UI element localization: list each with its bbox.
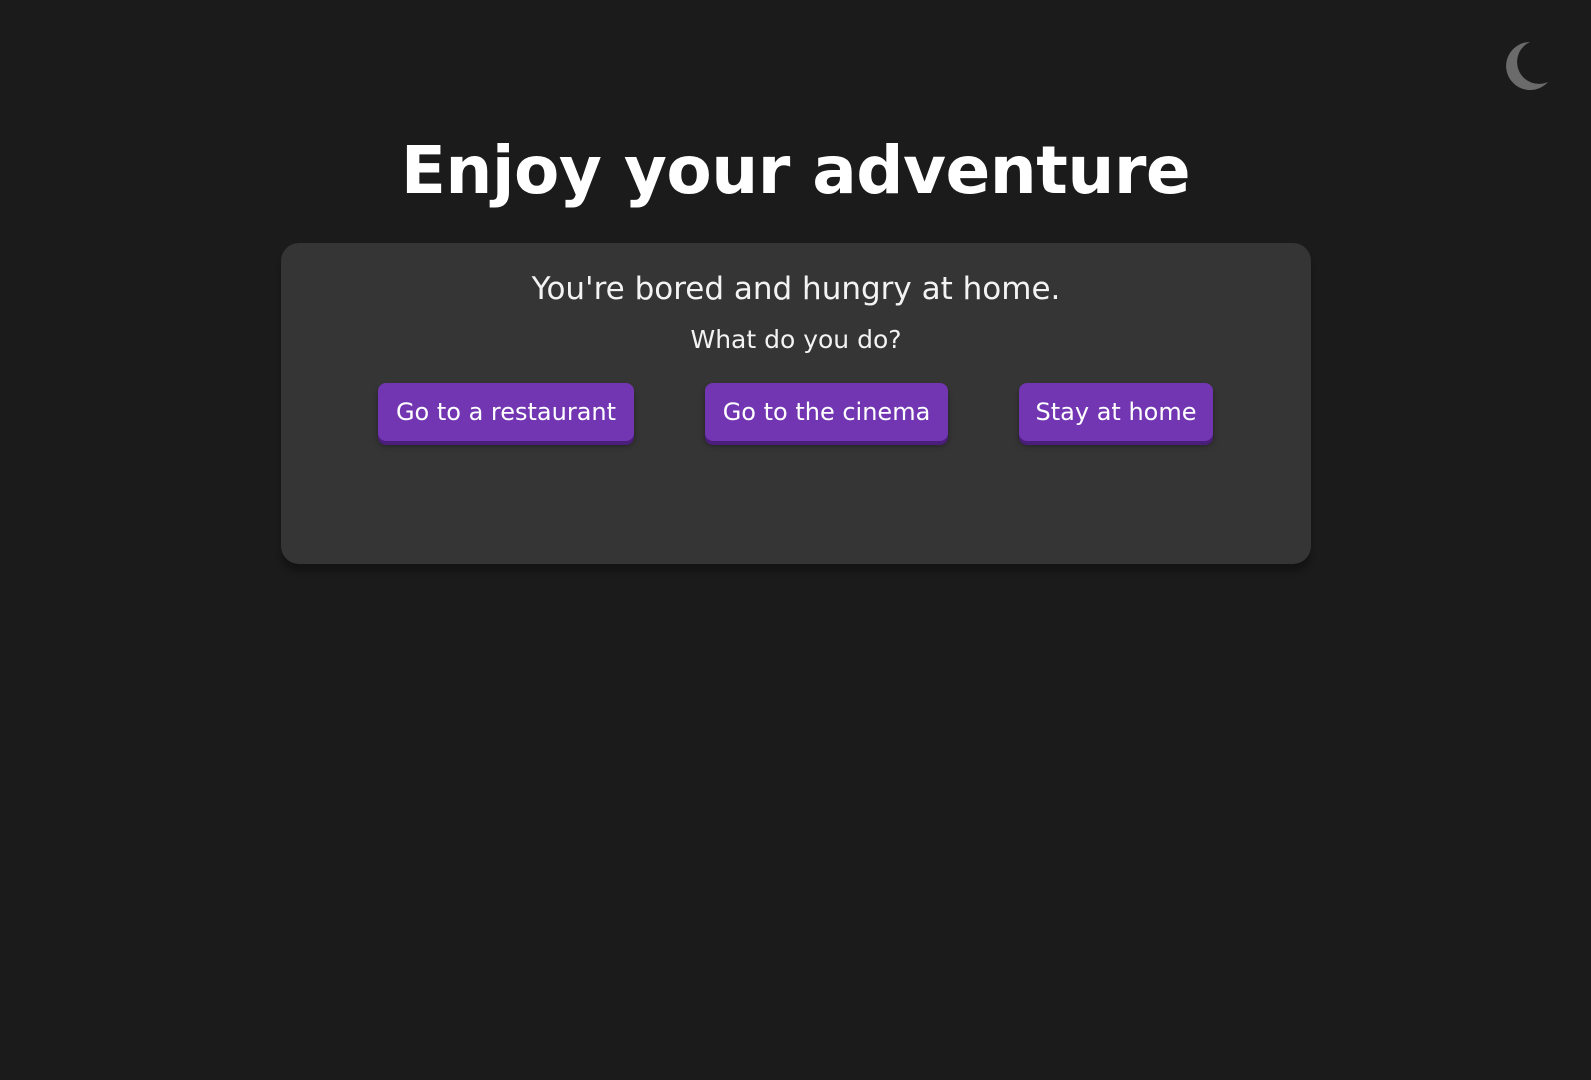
moon-icon (1506, 42, 1548, 90)
choice-cinema-button[interactable]: Go to the cinema (705, 383, 948, 441)
story-card: You're bored and hungry at home. What do… (281, 243, 1311, 564)
choice-stay-home-button[interactable]: Stay at home (1019, 383, 1213, 441)
page-title: Enjoy your adventure (400, 132, 1191, 209)
theme-toggle-button[interactable] (1494, 36, 1552, 94)
story-question: What do you do? (690, 325, 902, 354)
story-text: You're bored and hungry at home. (531, 271, 1061, 307)
choice-restaurant-button[interactable]: Go to a restaurant (378, 383, 634, 441)
page: Enjoy your adventure You're bored and hu… (0, 0, 1591, 1080)
